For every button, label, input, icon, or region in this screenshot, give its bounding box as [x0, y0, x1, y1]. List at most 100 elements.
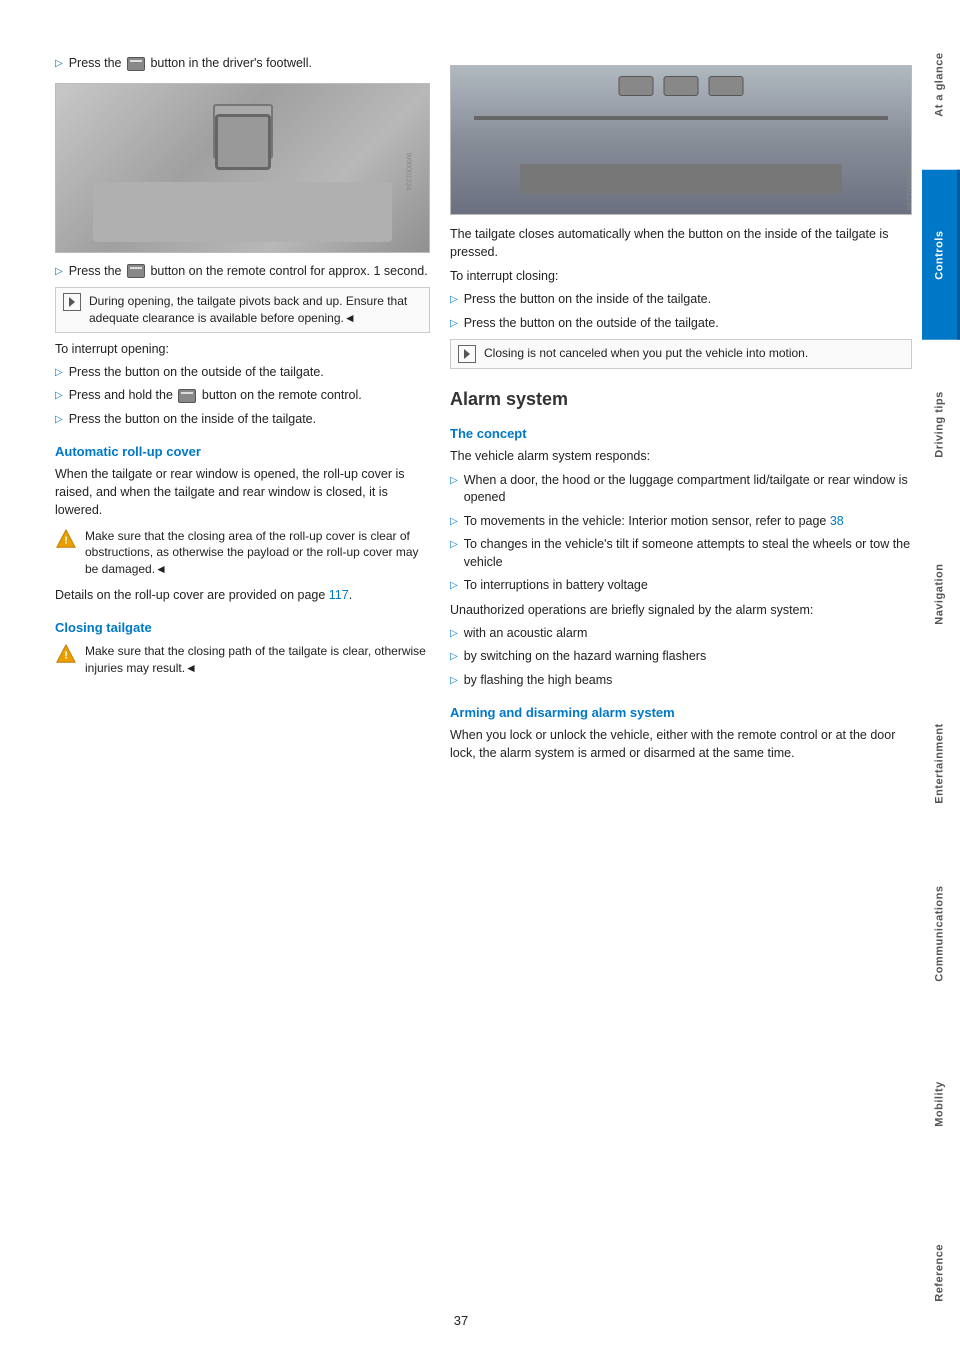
concept-bullet-4: ▷ To interruptions in battery voltage	[450, 577, 912, 595]
notice-arrow-icon	[63, 293, 81, 311]
bullet-arrow-icon-2: ▷	[55, 265, 63, 279]
page-38-link[interactable]: 38	[830, 514, 844, 528]
tailgate-visual	[451, 66, 911, 214]
watermark-right: W00001235	[905, 167, 912, 210]
sidebar-label-driving-tips: Driving tips	[934, 391, 946, 458]
car-interior-visual	[56, 84, 429, 252]
sidebar-label-controls: Controls	[934, 230, 946, 279]
bullet-arrow-close-1: ▷	[450, 293, 458, 307]
bullet-interrupt-3: ▷ Press the button on the inside of the …	[55, 411, 430, 429]
sidebar-item-mobility[interactable]: Mobility	[922, 1019, 960, 1189]
concept-arrow-1: ▷	[450, 474, 458, 488]
concept-arrow-3: ▷	[450, 538, 458, 552]
concept-bullet-2: ▷ To movements in the vehicle: Interior …	[450, 513, 912, 531]
unauthorized-bullet-3: ▷ by flashing the high beams	[450, 672, 912, 690]
bullet-remote-text: Press the button on the remote control f…	[69, 263, 430, 281]
interrupt-closing-label: To interrupt closing:	[450, 267, 912, 285]
arrow-inner-2	[464, 349, 470, 359]
concept-bullet-text-3: To changes in the vehicle's tilt if some…	[464, 536, 912, 571]
footwell-button-icon	[127, 57, 145, 71]
notice-closing-arrow-icon	[458, 345, 476, 363]
concept-arrow-2: ▷	[450, 515, 458, 529]
concept-arrow-4: ▷	[450, 579, 458, 593]
unauthorized-bullet-1: ▷ with an acoustic alarm	[450, 625, 912, 643]
bullet-arrow-icon-5: ▷	[55, 413, 63, 427]
tailgate-image: W00001235	[450, 65, 912, 215]
notice-opening-text: During opening, the tailgate pivots back…	[89, 293, 422, 327]
sidebar-item-reference[interactable]: Reference	[922, 1188, 960, 1358]
notice-closing-box: Closing is not canceled when you put the…	[450, 339, 912, 369]
bullet-close-interrupt-1: ▷ Press the button on the inside of the …	[450, 291, 912, 309]
unauthorized-arrow-2: ▷	[450, 650, 458, 664]
bullet-interrupt-text-3: Press the button on the inside of the ta…	[69, 411, 430, 429]
bottom-area: 37	[0, 1313, 922, 1328]
bullet-interrupt-text-1: Press the button on the outside of the t…	[69, 364, 430, 382]
notice-closing-text: Closing is not canceled when you put the…	[484, 345, 904, 362]
sidebar-item-at-a-glance[interactable]: At a glance	[922, 0, 960, 170]
remote-button-icon	[127, 264, 145, 278]
arming-heading: Arming and disarming alarm system	[450, 705, 912, 720]
left-column: ▷ Press the button in the driver's footw…	[55, 55, 450, 1303]
sidebar: At a glance Controls Driving tips Naviga…	[922, 0, 960, 1358]
sidebar-item-driving-tips[interactable]: Driving tips	[922, 340, 960, 510]
concept-bullet-text-1: When a door, the hood or the luggage com…	[464, 472, 912, 507]
bullet-arrow-close-2: ▷	[450, 317, 458, 331]
interrupt-opening-label: To interrupt opening:	[55, 340, 430, 358]
sidebar-item-communications[interactable]: Communications	[922, 849, 960, 1019]
remote-hold-icon	[178, 389, 196, 403]
unauthorized-bullet-text-2: by switching on the hazard warning flash…	[464, 648, 912, 666]
unauthorized-bullet-2: ▷ by switching on the hazard warning fla…	[450, 648, 912, 666]
footwell-image: W00001234	[55, 83, 430, 253]
bullet-arrow-icon-3: ▷	[55, 366, 63, 380]
concept-bullet-3: ▷ To changes in the vehicle's tilt if so…	[450, 536, 912, 571]
arming-text: When you lock or unlock the vehicle, eit…	[450, 726, 912, 762]
concept-bullet-1: ▷ When a door, the hood or the luggage c…	[450, 472, 912, 507]
page-number: 37	[454, 1313, 468, 1328]
tailgate-close-text: The tailgate closes automatically when t…	[450, 225, 912, 261]
warning-closing-text: Make sure that the closing path of the t…	[85, 643, 430, 677]
unauthorized-bullet-text-3: by flashing the high beams	[464, 672, 912, 690]
sidebar-label-at-a-glance: At a glance	[934, 53, 946, 117]
bullet-interrupt-2: ▷ Press and hold the button on the remot…	[55, 387, 430, 405]
bullet-interrupt-1: ▷ Press the button on the outside of the…	[55, 364, 430, 382]
bullet-footwell-text: Press the button in the driver's footwel…	[69, 55, 430, 73]
bullet-interrupt-text-2: Press and hold the button on the remote …	[69, 387, 430, 405]
alarm-system-heading: Alarm system	[450, 389, 912, 410]
sidebar-label-reference: Reference	[934, 1244, 946, 1302]
unauthorized-bullet-text-1: with an acoustic alarm	[464, 625, 912, 643]
arrow-inner	[69, 297, 75, 307]
warning-closing-icon: !	[55, 643, 77, 665]
bullet-remote: ▷ Press the button on the remote control…	[55, 263, 430, 281]
sidebar-label-communications: Communications	[934, 886, 946, 982]
sidebar-label-entertainment: Entertainment	[934, 724, 946, 804]
sidebar-item-entertainment[interactable]: Entertainment	[922, 679, 960, 849]
content-area: ▷ Press the button in the driver's footw…	[0, 0, 922, 1358]
bullet-close-interrupt-2: ▷ Press the button on the outside of the…	[450, 315, 912, 333]
auto-rollup-text: When the tailgate or rear window is open…	[55, 465, 430, 519]
svg-text:!: !	[64, 535, 67, 546]
bullet-arrow-icon: ▷	[55, 57, 63, 71]
watermark-left: W00001234	[405, 152, 412, 190]
unauthorized-intro-text: Unauthorized operations are briefly sign…	[450, 601, 912, 619]
right-column: W00001235 The tailgate closes automatica…	[450, 55, 922, 1303]
page-wrapper: ▷ Press the button in the driver's footw…	[0, 0, 960, 1358]
auto-rollup-heading: Automatic roll-up cover	[55, 444, 430, 459]
bullet-arrow-icon-4: ▷	[55, 389, 63, 403]
concept-intro-text: The vehicle alarm system responds:	[450, 447, 912, 465]
notice-opening-box: During opening, the tailgate pivots back…	[55, 287, 430, 333]
warning-triangle-icon: !	[55, 528, 77, 550]
svg-text:!: !	[64, 651, 67, 662]
concept-heading: The concept	[450, 426, 912, 441]
unauthorized-arrow-1: ▷	[450, 627, 458, 641]
unauthorized-arrow-3: ▷	[450, 674, 458, 688]
concept-bullet-text-4: To interruptions in battery voltage	[464, 577, 912, 595]
rollup-page-link[interactable]: 117	[329, 588, 349, 602]
warning-closing-box: ! Make sure that the closing path of the…	[55, 643, 430, 677]
sidebar-item-controls[interactable]: Controls	[922, 170, 960, 340]
rollup-details-text: Details on the roll-up cover are provide…	[55, 586, 430, 604]
warning-rollup-text: Make sure that the closing area of the r…	[85, 528, 430, 578]
warning-rollup-box: ! Make sure that the closing area of the…	[55, 528, 430, 578]
sidebar-item-navigation[interactable]: Navigation	[922, 509, 960, 679]
bullet-close-interrupt-text-2: Press the button on the outside of the t…	[464, 315, 912, 333]
bullet-footwell: ▷ Press the button in the driver's footw…	[55, 55, 430, 73]
